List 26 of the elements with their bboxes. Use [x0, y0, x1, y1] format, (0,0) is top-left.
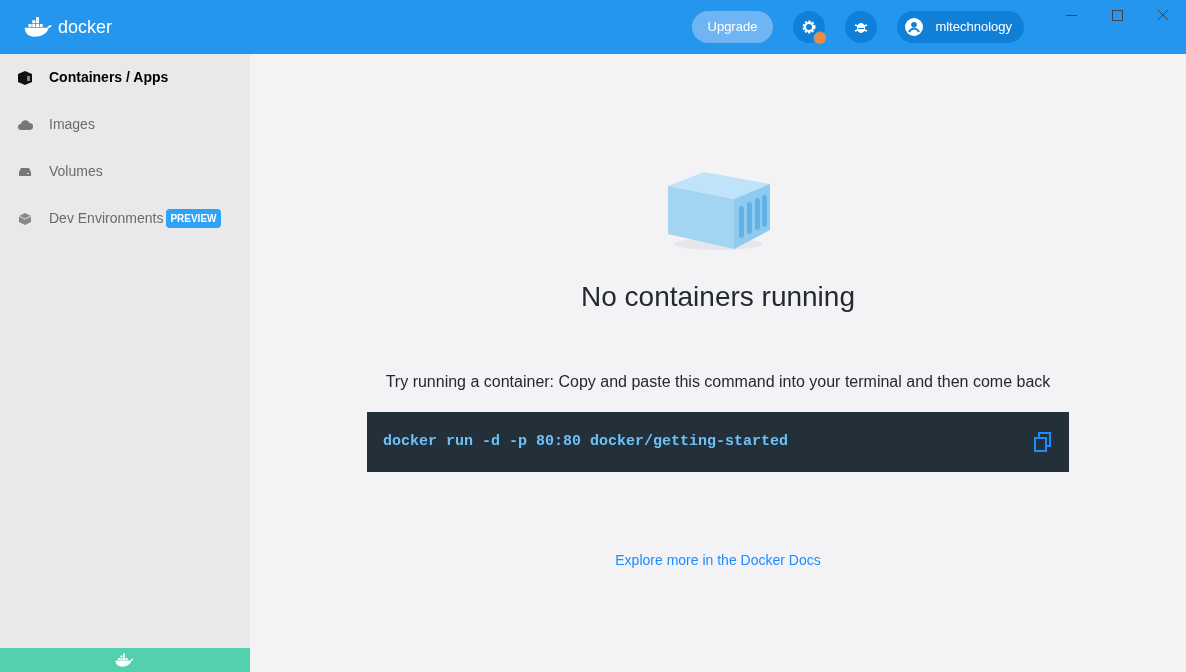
whale-icon: [115, 653, 135, 667]
docs-link[interactable]: Explore more in the Docker Docs: [615, 550, 821, 571]
bug-report-button[interactable]: [845, 11, 878, 43]
user-icon: [905, 18, 924, 36]
account-button[interactable]: mltechnology: [897, 11, 1024, 43]
sidebar-label: Containers / Apps: [49, 68, 169, 87]
whale-logo-icon: [24, 17, 54, 37]
sidebar-label: Dev Environments: [49, 209, 164, 228]
copy-button[interactable]: [1033, 432, 1053, 452]
box-icon: [17, 210, 33, 227]
settings-icon: [801, 19, 818, 35]
settings-button[interactable]: [793, 11, 826, 43]
sidebar-item[interactable]: Volumes: [0, 148, 250, 195]
sidebar-item[interactable]: Dev Environments PREVIEW: [0, 195, 250, 242]
sidebar-item[interactable]: Images: [0, 101, 250, 148]
close-icon: [1157, 9, 1169, 21]
logo-wordmark: docker: [58, 15, 113, 39]
instructions-text: Try running a container: Copy and paste this command into your terminal and then come back: [385, 372, 1051, 392]
sidebar-label: Volumes: [49, 162, 103, 181]
sidebar-label: Images: [49, 115, 95, 134]
cube-icon: [17, 69, 33, 86]
empty-state-title: No containers running: [581, 280, 855, 314]
command-text: docker run -d -p 80:80 docker/getting-started: [383, 431, 790, 452]
copy-icon: [1033, 432, 1053, 452]
sidebar-item[interactable]: Containers / Apps: [0, 54, 250, 101]
preview-badge: PREVIEW: [166, 209, 221, 228]
